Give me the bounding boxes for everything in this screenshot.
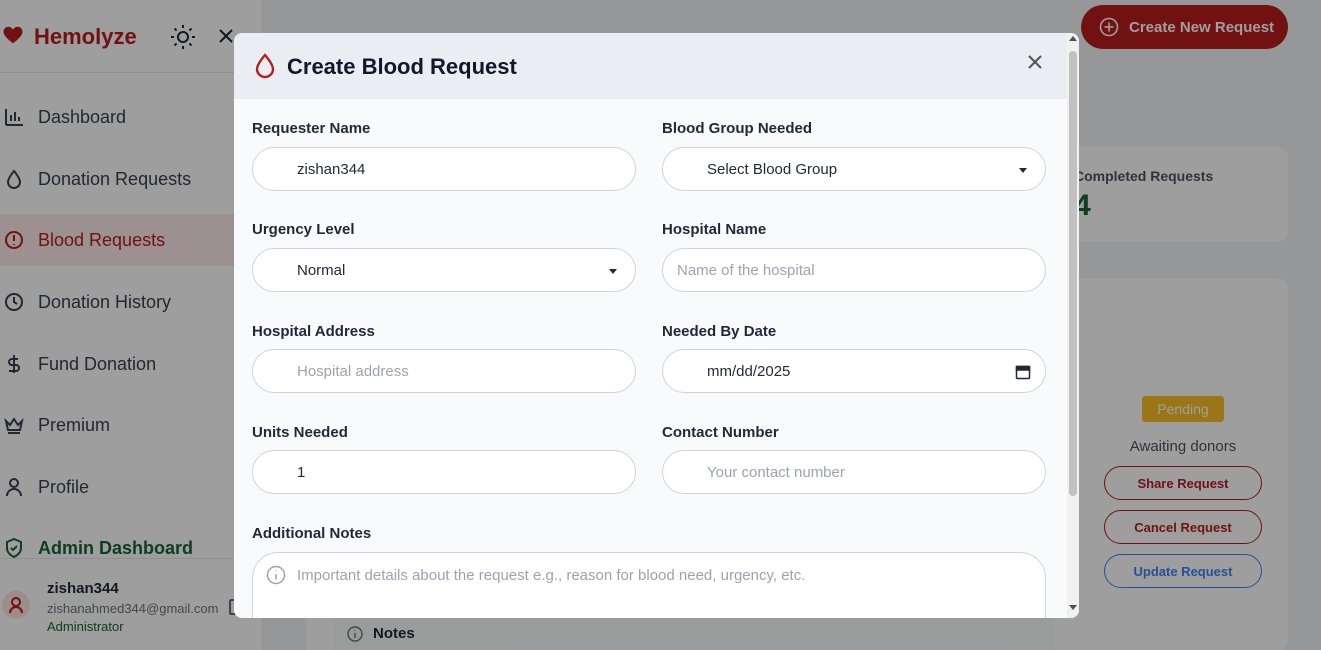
blood-group-label: Blood Group Needed — [662, 120, 812, 137]
requester-name-input[interactable] — [252, 147, 636, 191]
contact-label: Contact Number — [662, 424, 779, 441]
notes-textarea[interactable] — [252, 552, 1046, 618]
calendar-icon[interactable] — [1015, 364, 1031, 380]
urgency-select[interactable]: Normal — [252, 248, 636, 292]
create-blood-request-modal: Create Blood Request Requester Name Bloo… — [234, 33, 1079, 618]
hospital-address-label: Hospital Address — [252, 323, 375, 340]
scroll-up-arrow[interactable] — [1069, 36, 1077, 41]
units-input[interactable] — [252, 450, 636, 494]
chevron-down-icon — [1019, 168, 1027, 173]
modal-header: Create Blood Request — [234, 33, 1079, 99]
needed-by-label: Needed By Date — [662, 323, 777, 340]
urgency-label: Urgency Level — [252, 221, 355, 238]
hospital-name-input[interactable] — [662, 248, 1046, 292]
scroll-thumb[interactable] — [1069, 51, 1077, 496]
info-icon — [266, 565, 286, 585]
close-icon[interactable] — [1024, 51, 1046, 73]
blood-group-value: Select Blood Group — [707, 160, 838, 178]
scroll-down-arrow[interactable] — [1069, 605, 1077, 610]
droplet-icon — [255, 53, 275, 79]
hospital-name-label: Hospital Name — [662, 221, 767, 238]
blood-group-select[interactable]: Select Blood Group — [662, 147, 1046, 191]
requester-name-label: Requester Name — [252, 120, 371, 137]
hospital-address-input[interactable] — [252, 349, 636, 393]
notes-field-label: Additional Notes — [252, 525, 372, 542]
urgency-value: Normal — [297, 261, 346, 279]
units-label: Units Needed — [252, 424, 348, 441]
chevron-down-icon — [609, 269, 617, 274]
needed-by-value: mm/dd/2025 — [707, 362, 791, 380]
contact-input[interactable] — [662, 450, 1046, 494]
modal-title: Create Blood Request — [287, 54, 517, 79]
needed-by-date-input[interactable]: mm/dd/2025 — [662, 349, 1046, 393]
modal-scrollbar[interactable] — [1067, 33, 1079, 618]
